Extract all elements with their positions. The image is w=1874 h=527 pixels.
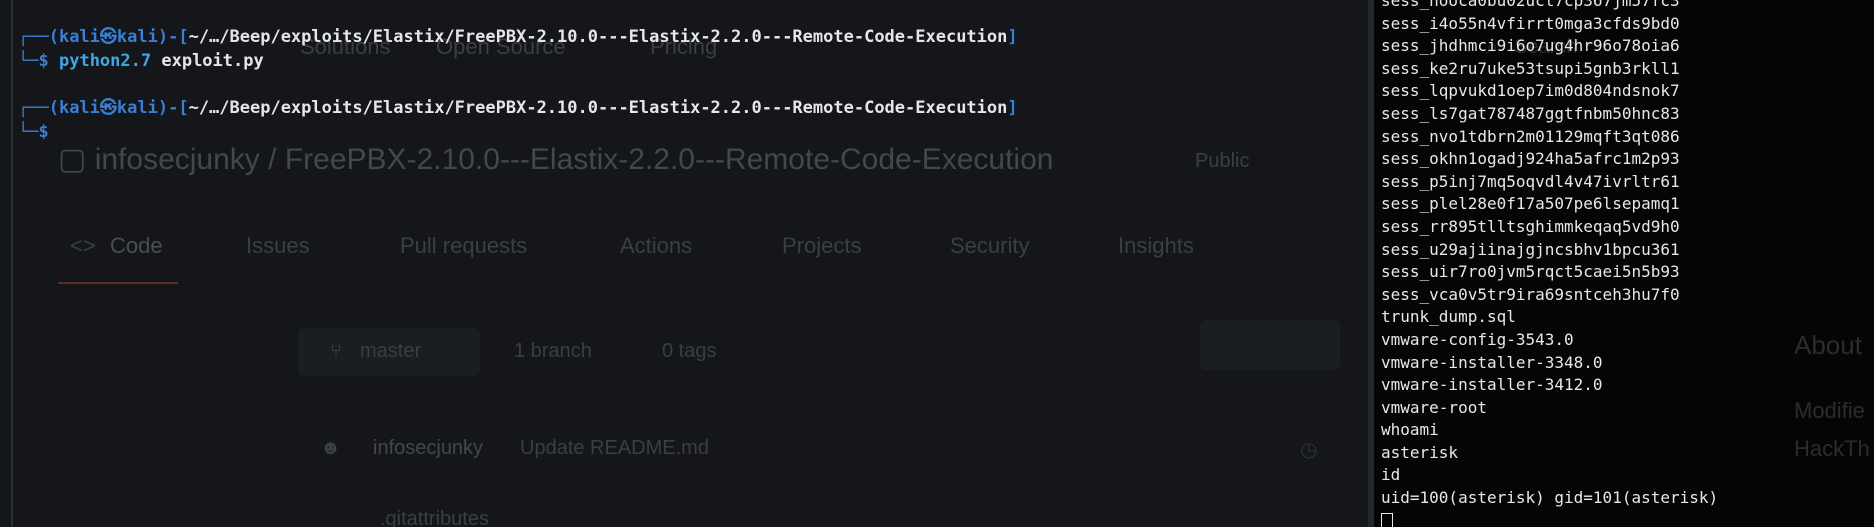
terminal-output-line: sess_hooca0bu02uct7cp367jm57fc3 [1381,0,1680,10]
prompt-line-1: ┌──(kali㉿kali)-[~/…/Beep/exploits/Elasti… [18,27,1018,47]
command-line-2[interactable]: └─$ [18,120,49,144]
terminal-output-line: vmware-root [1381,397,1487,417]
ghost-about-heading: About [1794,330,1862,360]
prompt-user: kali [58,27,100,47]
prompt-at-icon: ㉿ [99,98,117,118]
prompt-cwd: ~/…/Beep/exploits/Elastix/FreePBX-2.10.0… [188,27,1008,47]
right-terminal[interactable]: ⌕ Search About Modifie HackTh sess_hooca… [1374,0,1874,527]
prompt-user: kali [58,98,100,118]
prompt-symbol: $ [38,122,49,142]
prompt-at-icon: ㉿ [99,27,117,47]
terminal-output-line: sess_lqpvukd1oep7im0d804ndsnok7 [1381,81,1680,101]
prompt-line-2: ┌──(kali㉿kali)-[~/…/Beep/exploits/Elasti… [18,98,1018,118]
terminal-output-line: trunk_dump.sql [1381,307,1516,327]
terminal-output-line: asterisk [1381,442,1459,462]
command-argument: exploit.py [161,51,264,71]
terminal-output-line: sess_uir7ro0jvm5rqct5caei5n5b93 [1381,262,1680,282]
prompt-corner: ┌──( [18,98,59,118]
command-name: python2.7 [58,51,152,71]
terminal-output-line: vmware-config-3543.0 [1381,329,1574,349]
left-terminal[interactable]: ┌──(kali㉿kali)-[~/…/Beep/exploits/Elasti… [0,0,1368,527]
terminal-output-line: sess_okhn1ogadj924ha5afrc1m2p93 [1381,149,1680,169]
ghost-about-line-2: HackTh [1794,436,1870,461]
terminal-cursor-line[interactable] [1381,510,1718,527]
ghost-about-line-1: Modifie [1794,398,1865,423]
terminal-output-line: sess_nvo1tdbrn2m01129mqft3qt086 [1381,126,1680,146]
prompt-corner-bottom: └─ [18,122,39,142]
command-line-1: └─$ python2.7 exploit.py [18,49,264,73]
terminal-output: sess_hooca0bu02uct7cp367jm57fc3 sess_i4o5… [1381,0,1718,527]
terminal-output-line: vmware-installer-3348.0 [1381,352,1603,372]
terminal-output-line: uid=100(asterisk) gid=101(asterisk) [1381,488,1719,508]
prompt-symbol: $ [38,51,49,71]
terminal-output-line: sess_vca0v5tr9ira69sntceh3hu7f0 [1381,284,1680,304]
terminal-output-line: sess_ls7gat787487ggtfnbm50hnc83 [1381,103,1680,123]
terminal-output-line: sess_rr895tlltsghimmkeqaq5vd9h0 [1381,216,1680,236]
terminal-cursor [1381,512,1393,527]
terminal-output-line: sess_i4o55n4vfirrt0mga3cfds9bd0 [1381,13,1680,33]
prompt-gutter [11,0,13,527]
terminal-output-line: whoami [1381,420,1439,440]
terminal-output-line: sess_plel28e0f17a507pe6lsepamq1 [1381,194,1680,214]
terminal-output-line: vmware-installer-3412.0 [1381,375,1603,395]
terminal-output-line: id [1381,465,1401,485]
prompt-cwd: ~/…/Beep/exploits/Elastix/FreePBX-2.10.0… [188,98,1008,118]
terminal-output-line: sess_ke2ru7uke53tsupi5gnb3rkll1 [1381,58,1680,78]
prompt-host: kali [116,98,158,118]
terminal-output-line: sess_u29ajiinajgjncsbhv1bpcu361 [1381,239,1680,259]
terminal-output-line: sess_jhdhmci9i6o7ug4hr96o78oia6 [1381,36,1680,56]
prompt-corner-bottom: └─ [18,51,39,71]
prompt-host: kali [116,27,158,47]
terminal-output-line: sess_p5inj7mq5oqvdl4v47ivrltr61 [1381,171,1680,191]
prompt-corner: ┌──( [18,27,59,47]
